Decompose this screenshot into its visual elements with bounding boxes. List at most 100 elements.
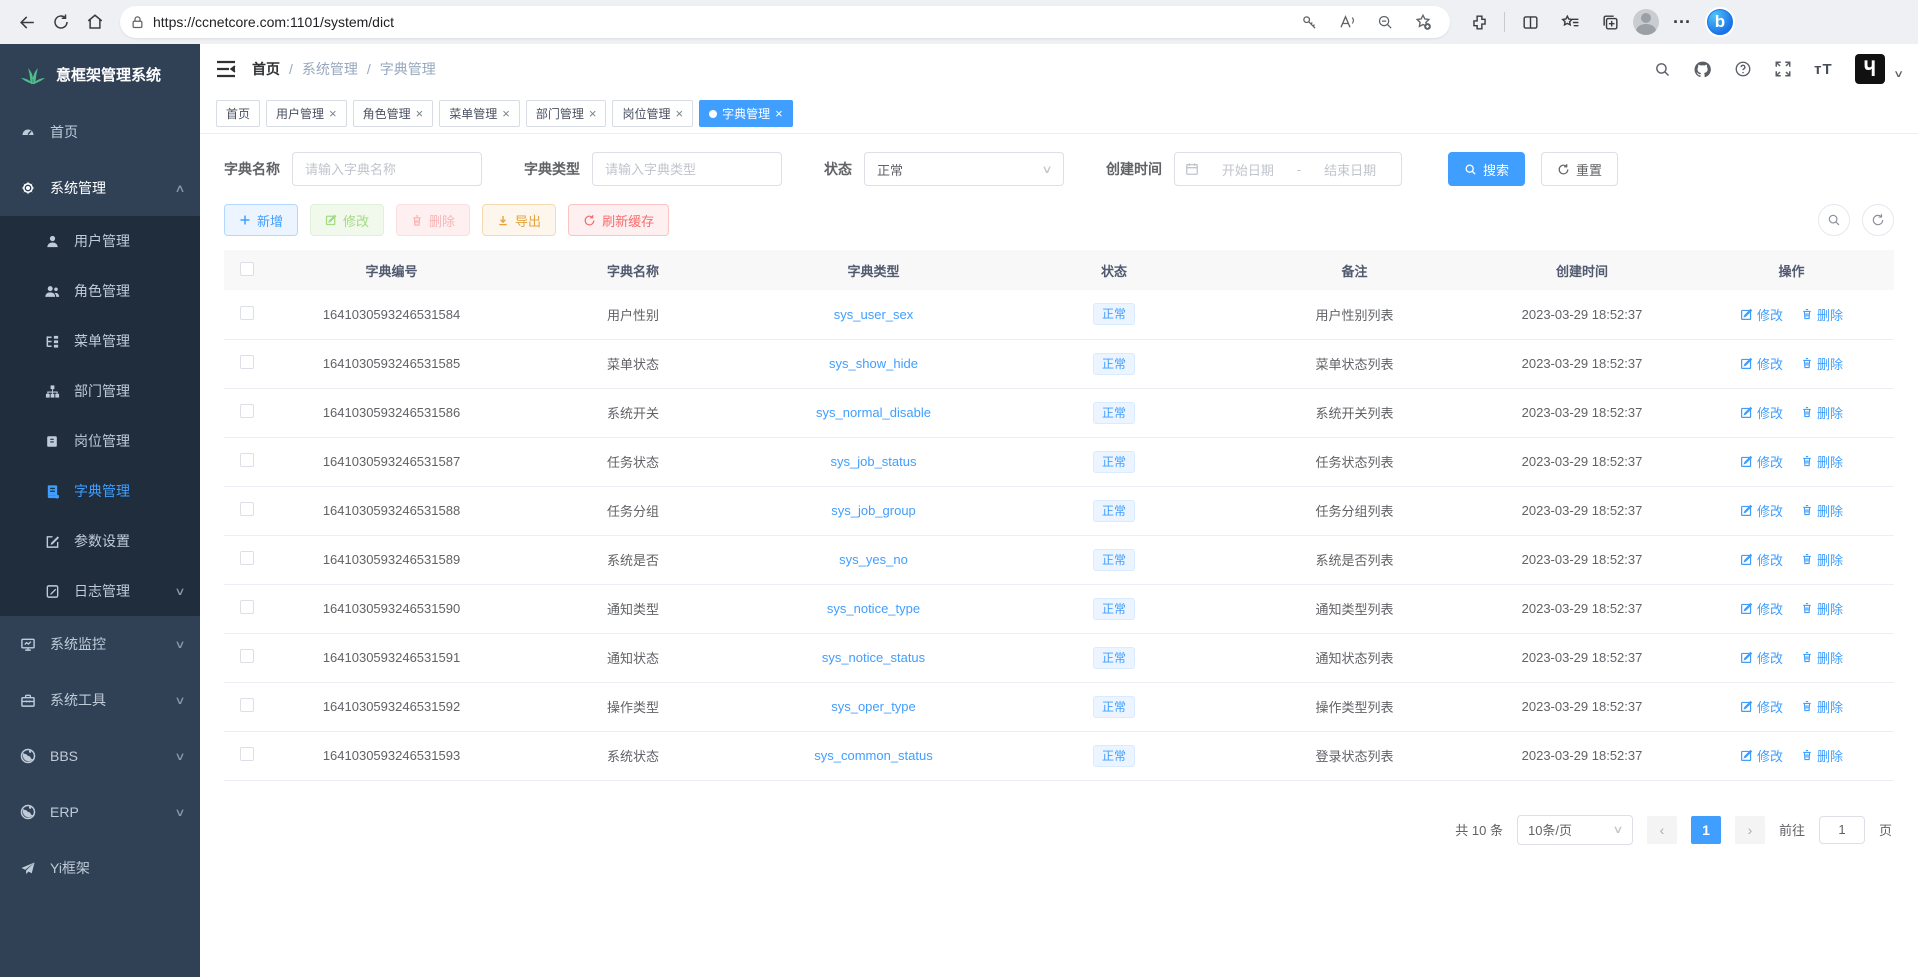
row-edit-button[interactable]: 修改 <box>1740 746 1783 765</box>
tab-dict[interactable]: 字典管理× <box>699 100 793 127</box>
row-delete-button[interactable]: 删除 <box>1801 550 1843 569</box>
home-icon[interactable] <box>78 5 112 39</box>
dict-type-link[interactable]: sys_show_hide <box>829 356 918 371</box>
copilot-icon[interactable]: b <box>1705 7 1735 37</box>
tab-home[interactable]: 首页 <box>216 100 260 127</box>
password-key-icon[interactable] <box>1292 5 1326 39</box>
reset-button[interactable]: 重置 <box>1541 152 1618 186</box>
close-icon[interactable]: × <box>775 106 783 121</box>
row-checkbox[interactable] <box>240 453 254 467</box>
row-delete-button[interactable]: 删除 <box>1801 452 1843 471</box>
dict-type-link[interactable]: sys_oper_type <box>831 699 916 714</box>
add-favorite-icon[interactable] <box>1406 5 1440 39</box>
row-delete-button[interactable]: 删除 <box>1801 354 1843 373</box>
row-edit-button[interactable]: 修改 <box>1740 550 1783 569</box>
sidebar-item-users[interactable]: 用户管理 <box>0 216 200 266</box>
sidebar-item-logs[interactable]: 日志管理 ∨ <box>0 566 200 616</box>
close-icon[interactable]: × <box>589 106 597 121</box>
row-edit-button[interactable]: 修改 <box>1740 599 1783 618</box>
close-icon[interactable]: × <box>502 106 510 121</box>
address-bar[interactable]: https://ccnetcore.com:1101/system/dict <box>120 6 1450 38</box>
browser-profile-avatar[interactable] <box>1633 9 1659 35</box>
row-delete-button[interactable]: 删除 <box>1801 648 1843 667</box>
url-text[interactable]: https://ccnetcore.com:1101/system/dict <box>153 14 1292 30</box>
dict-type-link[interactable]: sys_user_sex <box>834 307 913 322</box>
avatar-caret-icon[interactable]: ∨ <box>1893 69 1904 80</box>
tab-depts[interactable]: 部门管理× <box>526 100 607 127</box>
row-edit-button[interactable]: 修改 <box>1740 697 1783 716</box>
dict-type-link[interactable]: sys_common_status <box>814 748 933 763</box>
add-button[interactable]: 新增 <box>224 204 298 236</box>
row-checkbox[interactable] <box>240 747 254 761</box>
collections-icon[interactable] <box>1593 5 1627 39</box>
dict-type-link[interactable]: sys_notice_type <box>827 601 920 616</box>
user-avatar[interactable]: Ч <box>1855 54 1885 84</box>
select-all-checkbox[interactable] <box>240 262 254 276</box>
font-size-icon[interactable]: ᴛT <box>1814 61 1833 78</box>
row-checkbox[interactable] <box>240 404 254 418</box>
sidebar-item-depts[interactable]: 部门管理 <box>0 366 200 416</box>
sidebar-item-erp[interactable]: ERP ∨ <box>0 784 200 840</box>
extensions-icon[interactable] <box>1462 5 1496 39</box>
tab-roles[interactable]: 角色管理× <box>353 100 434 127</box>
sidebar-item-tools[interactable]: 系统工具 ∨ <box>0 672 200 728</box>
dict-type-link[interactable]: sys_notice_status <box>822 650 925 665</box>
row-delete-button[interactable]: 删除 <box>1801 403 1843 422</box>
row-checkbox[interactable] <box>240 306 254 320</box>
row-checkbox[interactable] <box>240 551 254 565</box>
split-screen-icon[interactable] <box>1513 5 1547 39</box>
close-icon[interactable]: × <box>675 106 683 121</box>
row-delete-button[interactable]: 删除 <box>1801 697 1843 716</box>
dict-type-link[interactable]: sys_yes_no <box>839 552 908 567</box>
sidebar-item-home[interactable]: 首页 <box>0 104 200 160</box>
row-edit-button[interactable]: 修改 <box>1740 354 1783 373</box>
refresh-table-icon[interactable] <box>1862 204 1894 236</box>
close-icon[interactable]: × <box>416 106 424 121</box>
sidebar-item-menus[interactable]: 菜单管理 <box>0 316 200 366</box>
page-size-select[interactable]: 10条/页 ∨ <box>1517 815 1633 845</box>
search-button[interactable]: 搜索 <box>1448 152 1525 186</box>
row-edit-button[interactable]: 修改 <box>1740 501 1783 520</box>
row-edit-button[interactable]: 修改 <box>1740 403 1783 422</box>
row-edit-button[interactable]: 修改 <box>1740 648 1783 667</box>
row-checkbox[interactable] <box>240 600 254 614</box>
row-edit-button[interactable]: 修改 <box>1740 305 1783 324</box>
status-select[interactable]: 正常 ∨ <box>864 152 1064 186</box>
refresh-cache-button[interactable]: 刷新缓存 <box>568 204 669 236</box>
goto-page-input[interactable] <box>1819 816 1865 844</box>
github-icon[interactable] <box>1693 60 1712 79</box>
sidebar-item-posts[interactable]: 岗位管理 <box>0 416 200 466</box>
tab-posts[interactable]: 岗位管理× <box>612 100 693 127</box>
sidebar-item-system[interactable]: 系统管理 ∧ <box>0 160 200 216</box>
refresh-icon[interactable] <box>44 5 78 39</box>
row-checkbox[interactable] <box>240 502 254 516</box>
date-range-picker[interactable]: 开始日期 - 结束日期 <box>1174 152 1402 186</box>
more-icon[interactable]: ··· <box>1665 5 1699 39</box>
dict-type-link[interactable]: sys_job_group <box>831 503 916 518</box>
zoom-out-icon[interactable] <box>1368 5 1402 39</box>
row-checkbox[interactable] <box>240 649 254 663</box>
sidebar-item-dict[interactable]: 字典管理 <box>0 466 200 516</box>
edit-button[interactable]: 修改 <box>310 204 384 236</box>
row-delete-button[interactable]: 删除 <box>1801 305 1843 324</box>
dict-type-link[interactable]: sys_job_status <box>831 454 917 469</box>
page-number-button[interactable]: 1 <box>1691 816 1721 844</box>
prev-page-button[interactable]: ‹ <box>1647 816 1677 844</box>
read-aloud-icon[interactable] <box>1330 5 1364 39</box>
row-delete-button[interactable]: 删除 <box>1801 746 1843 765</box>
next-page-button[interactable]: › <box>1735 816 1765 844</box>
tab-users[interactable]: 用户管理× <box>266 100 347 127</box>
show-search-toggle-icon[interactable] <box>1818 204 1850 236</box>
sidebar-item-params[interactable]: 参数设置 <box>0 516 200 566</box>
sidebar-collapse-icon[interactable] <box>216 60 236 78</box>
row-edit-button[interactable]: 修改 <box>1740 452 1783 471</box>
row-checkbox[interactable] <box>240 355 254 369</box>
dict-type-input[interactable] <box>592 152 782 186</box>
row-checkbox[interactable] <box>240 698 254 712</box>
search-icon[interactable] <box>1654 61 1671 78</box>
sidebar-item-monitor[interactable]: 系统监控 ∨ <box>0 616 200 672</box>
sidebar-item-bbs[interactable]: BBS ∨ <box>0 728 200 784</box>
dict-type-link[interactable]: sys_normal_disable <box>816 405 931 420</box>
row-delete-button[interactable]: 删除 <box>1801 501 1843 520</box>
sidebar-item-yiframe[interactable]: Yi框架 <box>0 840 200 896</box>
